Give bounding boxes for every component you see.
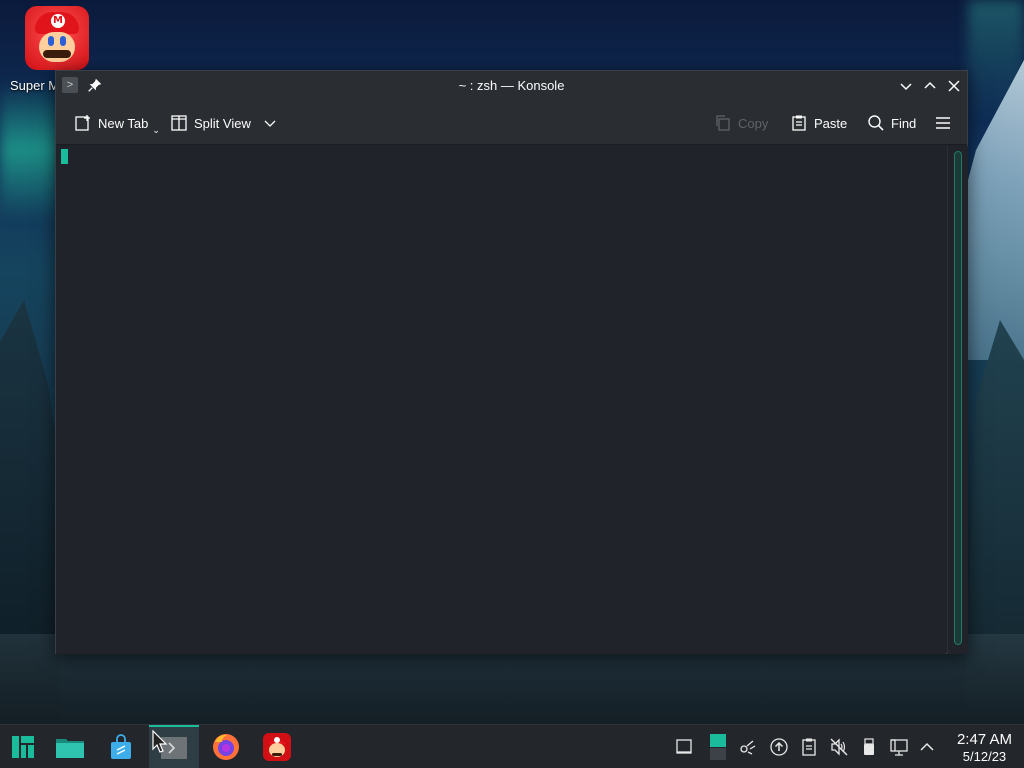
terminal-area[interactable] <box>56 146 946 654</box>
aurora-left <box>0 80 60 220</box>
taskbar-discover[interactable] <box>98 725 144 768</box>
show-desktop-icon <box>676 739 692 754</box>
close-button[interactable] <box>944 76 964 96</box>
update-icon <box>770 738 788 756</box>
virtual-desktop-pager-icon <box>710 734 726 760</box>
split-view-label: Split View <box>194 115 251 131</box>
chevron-down-icon <box>900 83 912 91</box>
volume-tray[interactable] <box>829 737 849 757</box>
split-view-icon <box>171 115 187 131</box>
konsole-toolbar: New Tab ⌄ Split View Copy Paste Find <box>56 101 967 145</box>
taskbar-firefox[interactable] <box>203 725 249 768</box>
hamburger-menu-icon <box>936 117 950 129</box>
taskbar-file-manager[interactable] <box>47 725 93 768</box>
chevron-up-icon <box>920 742 934 751</box>
konsole-window[interactable]: > ~ : zsh — Konsole New Tab ⌄ Split View… <box>55 70 968 654</box>
new-tab-label: New Tab <box>98 115 149 131</box>
copy-icon <box>716 115 730 131</box>
paste-button[interactable]: Paste <box>790 113 847 133</box>
maximize-button[interactable] <box>920 76 940 96</box>
new-tab-button[interactable]: New Tab ⌄ <box>74 113 160 136</box>
clock-date: 5/12/23 <box>962 749 1007 764</box>
find-label: Find <box>891 115 917 131</box>
chevron-down-icon <box>264 120 276 127</box>
close-icon <box>948 80 960 92</box>
terminal-scrollbar-thumb[interactable] <box>954 151 962 645</box>
network-tray[interactable] <box>889 737 909 757</box>
clipboard-icon <box>802 738 816 756</box>
show-desktop-button[interactable] <box>674 737 694 757</box>
firefox-icon <box>213 734 239 760</box>
terminal-cursor <box>61 149 68 164</box>
minimize-button[interactable] <box>896 76 916 96</box>
steamdeck-launcher-icon <box>12 736 34 758</box>
mouse-pointer-icon <box>152 730 168 753</box>
super-mario-icon <box>25 6 89 70</box>
taskbar-super-mario[interactable] <box>254 725 300 768</box>
network-wired-icon <box>890 739 908 756</box>
usb-drive-icon <box>864 738 874 755</box>
show-hidden-icons-button[interactable] <box>917 737 937 757</box>
chevron-up-icon <box>924 81 936 89</box>
kde-connect-tray[interactable] <box>738 737 758 757</box>
new-tab-icon <box>75 115 90 131</box>
shopping-bag-icon <box>111 734 131 759</box>
usb-device-tray[interactable] <box>859 737 879 757</box>
volume-muted-icon <box>830 738 848 756</box>
digital-clock[interactable]: 2:47 AM 5/12/23 <box>957 731 1012 764</box>
new-tab-menu-icon[interactable]: ⌄ <box>152 125 160 136</box>
hamburger-menu-button[interactable] <box>934 113 952 133</box>
find-button[interactable]: Find <box>867 113 916 133</box>
pager-widget[interactable] <box>708 733 728 761</box>
super-mario-icon <box>263 733 291 761</box>
paste-icon <box>792 115 806 131</box>
paste-label: Paste <box>814 115 848 131</box>
split-view-button[interactable]: Split View <box>170 113 279 133</box>
clipboard-tray[interactable] <box>799 737 819 757</box>
taskbar-application-launcher[interactable] <box>0 725 46 768</box>
folder-icon <box>56 739 84 758</box>
updates-tray[interactable] <box>769 737 789 757</box>
kde-connect-icon <box>740 740 756 755</box>
window-titlebar[interactable]: > ~ : zsh — Konsole <box>56 71 967 101</box>
copy-button[interactable]: Copy <box>714 113 768 133</box>
window-title: ~ : zsh — Konsole <box>458 78 565 93</box>
clock-time: 2:47 AM <box>956 731 1012 748</box>
search-icon <box>868 115 884 131</box>
copy-label: Copy <box>738 115 769 131</box>
